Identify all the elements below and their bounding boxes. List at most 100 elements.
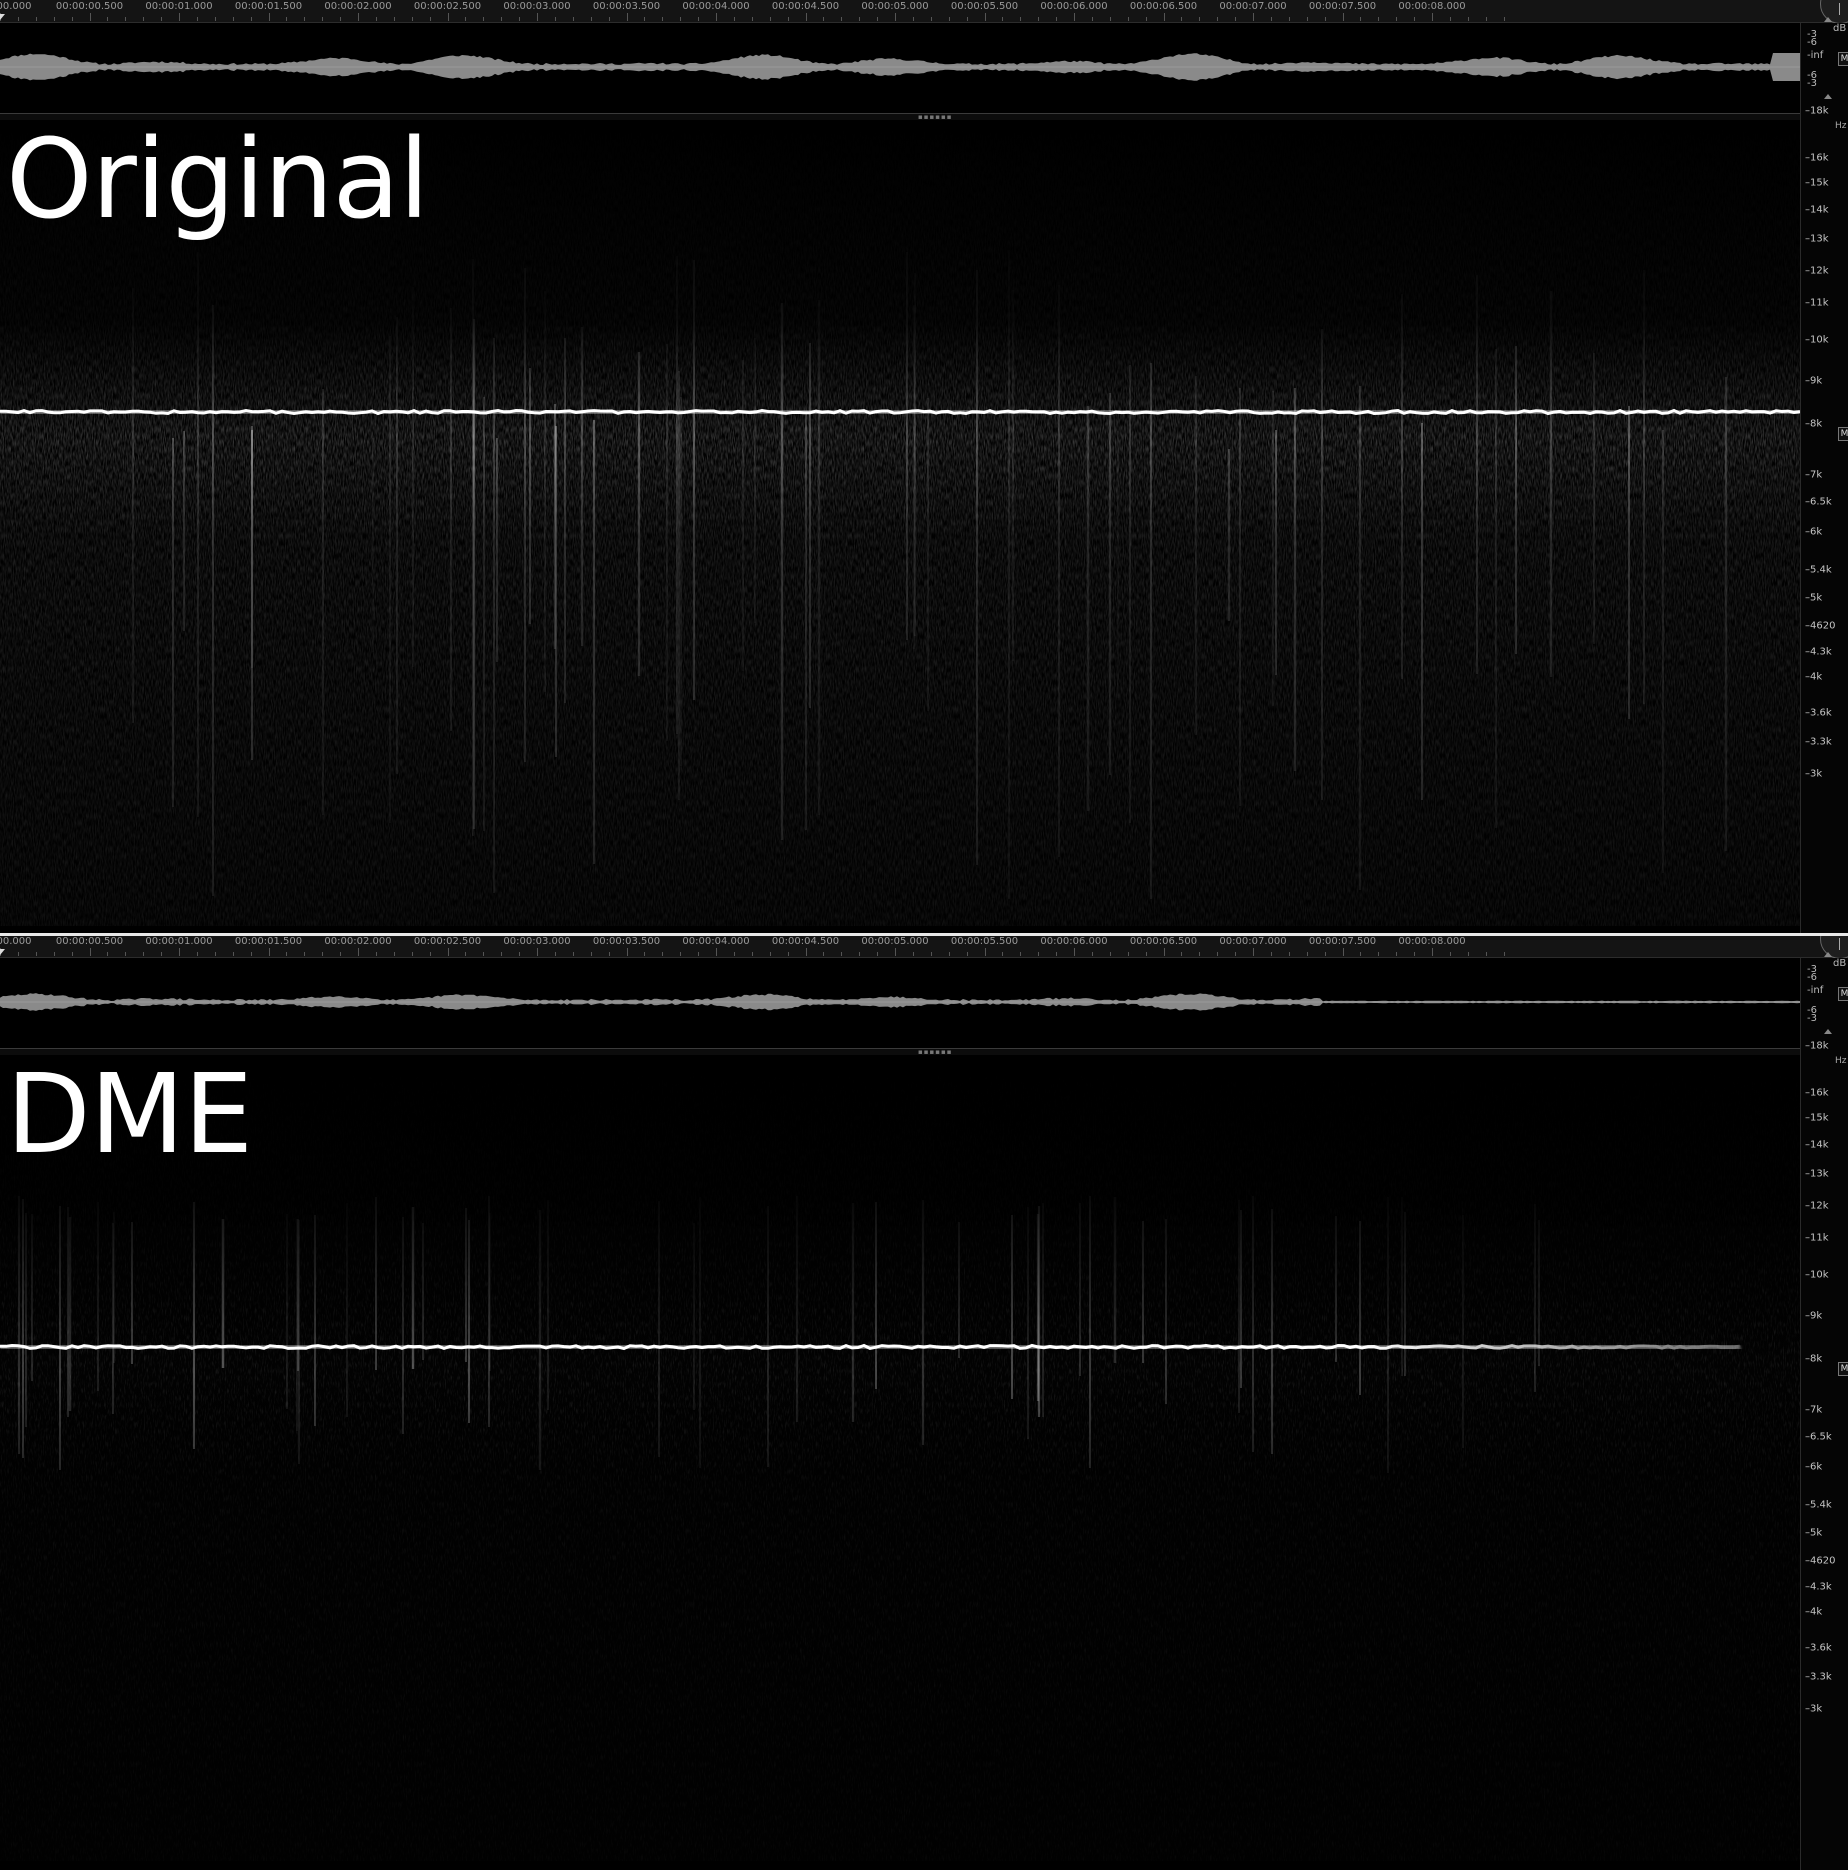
- time-tick-mark: [912, 952, 914, 956]
- time-tick-mark: [1074, 13, 1075, 21]
- time-tick-mark: [1306, 952, 1308, 956]
- time-tick-mark: [751, 17, 753, 21]
- frequency-scale-label: –4k: [1805, 1606, 1823, 1618]
- editor-divider: [0, 933, 1848, 936]
- time-tick-label: 00:00:06.500: [1129, 936, 1198, 947]
- time-tick-mark: [519, 952, 521, 956]
- time-tick-mark: [143, 17, 145, 21]
- frequency-scale-label: –9k: [1805, 375, 1823, 387]
- editor-original: 00.000 00:00:00.500 00:00:01.000 00:00:01.5…: [0, 0, 1848, 935]
- time-tick-mark: [393, 952, 395, 956]
- frequency-scale-label: –3.3k: [1805, 1671, 1832, 1683]
- scroll-up-icon[interactable]: [1824, 952, 1832, 957]
- db-scale-label: -inf: [1807, 50, 1824, 61]
- time-tick-mark: [53, 952, 55, 956]
- frequency-scale-label: –14k: [1805, 204, 1829, 216]
- time-tick-mark: [125, 17, 127, 21]
- time-tick-mark: [1414, 17, 1416, 21]
- spectrogram[interactable]: Original: [0, 120, 1800, 926]
- time-tick-label: 00:00:07.500: [1308, 936, 1377, 947]
- frequency-scale-label: –3.3k: [1805, 736, 1832, 748]
- time-tick-mark: [841, 952, 843, 956]
- frequency-scale-label: –5.4k: [1805, 564, 1832, 576]
- spectral-mute-button[interactable]: M: [1838, 427, 1848, 441]
- waveform-lane[interactable]: [0, 958, 1800, 1048]
- time-tick-mark: [1378, 17, 1380, 21]
- time-tick-mark: [465, 952, 467, 956]
- frequency-scale-label: –3k: [1805, 1703, 1823, 1715]
- frequency-scale-label: –18k: [1805, 105, 1829, 117]
- playhead-marker-icon[interactable]: [0, 949, 5, 955]
- waveform-lane[interactable]: [0, 23, 1800, 113]
- scroll-up-icon[interactable]: [1824, 17, 1832, 22]
- time-tick-label: 00:00:04.500: [771, 936, 840, 947]
- playhead-marker-icon[interactable]: [0, 14, 5, 20]
- time-tick-mark: [984, 948, 986, 956]
- time-tick-mark: [1074, 948, 1075, 956]
- time-tick-mark: [1449, 17, 1451, 21]
- time-tick-mark: [841, 17, 843, 21]
- db-unit-label: dB: [1833, 958, 1847, 969]
- time-tick-mark: [35, 952, 37, 956]
- time-tick-mark: [286, 17, 288, 21]
- mute-button[interactable]: M: [1838, 52, 1848, 66]
- mute-button[interactable]: M: [1838, 987, 1848, 1001]
- time-tick-mark: [1163, 948, 1165, 956]
- time-tick-mark: [751, 952, 753, 956]
- time-ruler[interactable]: 00.000 00:00:00.500 00:00:01.000 00:00:01.5…: [0, 0, 1848, 24]
- time-tick-mark: [232, 952, 234, 956]
- time-tick-mark: [1038, 952, 1040, 956]
- time-tick-mark: [859, 17, 861, 21]
- time-tick-mark: [608, 952, 610, 956]
- time-tick-mark: [1467, 952, 1469, 956]
- time-tick-label: 00:00:06.000: [1040, 1, 1108, 12]
- time-tick-mark: [716, 948, 717, 956]
- db-scale-label: -3: [1807, 1013, 1817, 1024]
- time-tick-mark: [232, 17, 234, 21]
- time-tick-mark: [912, 17, 914, 21]
- time-tick-label: 00:00:07.000: [1219, 936, 1287, 947]
- time-tick-mark: [590, 952, 592, 956]
- time-tick-mark: [519, 17, 521, 21]
- time-tick-label: 00:00:04.000: [682, 936, 750, 947]
- time-tick-label: 00:00:03.000: [503, 1, 571, 12]
- time-tick-label: 00:00:03.500: [592, 1, 661, 12]
- time-tick-mark: [948, 952, 950, 956]
- time-tick-mark: [877, 17, 879, 21]
- time-tick-mark: [1378, 952, 1380, 956]
- editor-dme: 00.000 00:00:00.500 00:00:01.000 00:00:01.5…: [0, 935, 1848, 1870]
- time-tick-mark: [537, 13, 538, 21]
- time-tick-label: 00:00:01.000: [145, 936, 213, 947]
- frequency-scale-label: –3.6k: [1805, 1642, 1832, 1654]
- time-tick-mark: [1503, 952, 1505, 956]
- track-title: DME: [6, 1050, 253, 1178]
- time-tick-mark: [304, 952, 306, 956]
- time-tick-mark: [626, 948, 628, 956]
- time-tick-mark: [698, 17, 700, 21]
- scroll-down-icon[interactable]: [1824, 1029, 1832, 1034]
- time-tick-mark: [35, 17, 37, 21]
- frequency-scale-label: –16k: [1805, 152, 1829, 164]
- time-tick-mark: [1324, 17, 1326, 21]
- time-tick-mark: [483, 952, 485, 956]
- frequency-scale-label: –6.5k: [1805, 1431, 1832, 1443]
- time-tick-mark: [214, 17, 216, 21]
- scroll-down-icon[interactable]: [1824, 94, 1832, 99]
- time-tick-mark: [769, 17, 771, 21]
- time-tick-label: 00:00:06.000: [1040, 936, 1108, 947]
- spectrogram[interactable]: DME: [0, 1055, 1800, 1861]
- time-tick-mark: [733, 952, 735, 956]
- time-ruler[interactable]: 00.000 00:00:00.500 00:00:01.000 00:00:01.5…: [0, 935, 1848, 959]
- frequency-scale-label: –5.4k: [1805, 1499, 1832, 1511]
- time-tick-mark: [554, 952, 556, 956]
- hz-unit-label: Hz: [1835, 1056, 1847, 1066]
- frequency-scale-label: –8k: [1805, 1353, 1823, 1365]
- frequency-scale-label: –11k: [1805, 297, 1829, 309]
- time-tick-mark: [716, 13, 717, 21]
- time-tick-label: 00:00:05.500: [950, 1, 1019, 12]
- time-tick-mark: [1145, 17, 1147, 21]
- time-tick-mark: [1217, 952, 1219, 956]
- frequency-scale-label: –7k: [1805, 469, 1823, 481]
- spectral-mute-button[interactable]: M: [1838, 1362, 1848, 1376]
- frequency-scale-label: –4620: [1805, 1555, 1836, 1567]
